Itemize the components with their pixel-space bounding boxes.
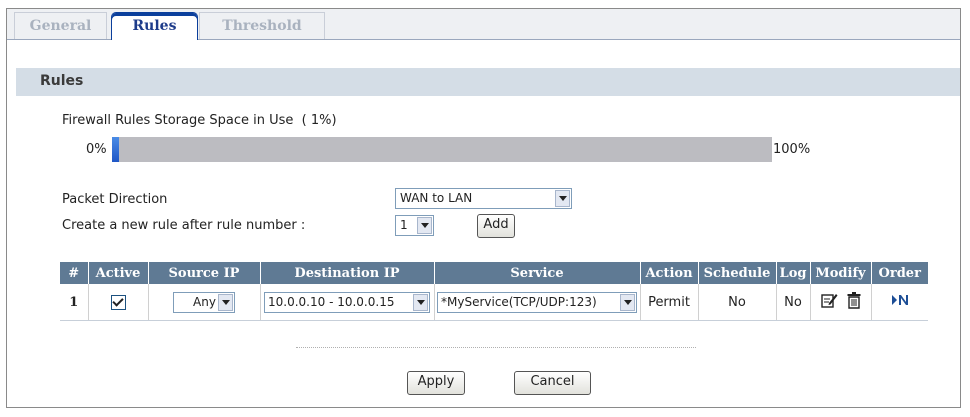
header-service: Service xyxy=(434,262,641,284)
rule-number: 1 xyxy=(60,284,89,321)
storage-label-text: Firewall Rules Storage Space in Use xyxy=(62,113,294,128)
tab-threshold[interactable]: Threshold xyxy=(199,12,325,39)
storage-percent-text: ( 1%) xyxy=(301,113,337,128)
active-cell xyxy=(88,284,149,321)
storage-label: Firewall Rules Storage Space in Use ( 1%… xyxy=(62,113,337,128)
destination-ip-cell: 10.0.0.10 - 10.0.0.15 xyxy=(260,284,435,321)
rule-number-select[interactable]: 1 xyxy=(395,215,434,236)
tab-strip: General Rules Threshold xyxy=(7,9,960,40)
header-schedule: Schedule xyxy=(698,262,777,284)
chevron-down-icon xyxy=(417,217,432,234)
chevron-down-icon xyxy=(555,190,570,207)
storage-progress-fill xyxy=(112,137,119,162)
destination-ip-select[interactable]: 10.0.0.10 - 10.0.0.15 xyxy=(264,291,430,313)
service-select[interactable]: *MyService(TCP/UDP:123) xyxy=(437,291,637,313)
trash-icon[interactable] xyxy=(847,291,861,313)
move-order-icon[interactable] xyxy=(891,294,909,310)
header-active: Active xyxy=(88,262,149,284)
new-rule-label: Create a new rule after rule number : xyxy=(62,218,306,233)
header-num: # xyxy=(60,262,89,284)
action-cell: Permit xyxy=(640,284,699,321)
chevron-down-icon xyxy=(218,293,233,311)
service-cell: *MyService(TCP/UDP:123) xyxy=(434,284,641,321)
table-header-row: # Active Source IP Destination IP Servic… xyxy=(60,262,928,284)
storage-progress-bar xyxy=(112,137,772,162)
rule-number-value: 1 xyxy=(400,218,408,232)
apply-button[interactable]: Apply xyxy=(407,371,465,395)
cancel-button[interactable]: Cancel xyxy=(514,371,591,395)
source-ip-select[interactable]: Any xyxy=(173,291,235,313)
header-action: Action xyxy=(640,262,699,284)
header-modify: Modify xyxy=(810,262,872,284)
edit-icon[interactable] xyxy=(820,291,838,313)
header-destination-ip: Destination IP xyxy=(260,262,435,284)
storage-max-label: 100% xyxy=(773,142,811,157)
order-cell xyxy=(871,284,928,321)
divider xyxy=(296,347,696,348)
section-header: Rules xyxy=(16,68,960,96)
tab-general[interactable]: General xyxy=(14,12,107,39)
chevron-down-icon xyxy=(413,293,428,311)
source-ip-cell: Any xyxy=(148,284,261,321)
service-value: *MyService(TCP/UDP:123) xyxy=(441,294,597,309)
log-cell: No xyxy=(776,284,811,321)
section-title: Rules xyxy=(40,73,84,89)
rules-table: # Active Source IP Destination IP Servic… xyxy=(60,262,928,321)
active-checkbox[interactable] xyxy=(110,294,126,310)
header-order: Order xyxy=(871,262,928,284)
header-log: Log xyxy=(776,262,811,284)
destination-ip-value: 10.0.0.10 - 10.0.0.15 xyxy=(268,294,395,309)
chevron-down-icon xyxy=(620,293,635,311)
packet-direction-select[interactable]: WAN to LAN xyxy=(395,188,572,209)
packet-direction-label: Packet Direction xyxy=(62,192,168,207)
storage-min-label: 0% xyxy=(86,142,107,157)
table-row: 1 Any 10.0.0.10 - 10.0.0.15 *MyService(T… xyxy=(60,284,928,321)
source-ip-value: Any xyxy=(193,294,216,309)
schedule-cell: No xyxy=(698,284,777,321)
packet-direction-value: WAN to LAN xyxy=(400,191,473,205)
header-source-ip: Source IP xyxy=(148,262,261,284)
add-button[interactable]: Add xyxy=(477,214,515,238)
tab-rules[interactable]: Rules xyxy=(111,12,198,40)
modify-cell xyxy=(810,284,872,321)
